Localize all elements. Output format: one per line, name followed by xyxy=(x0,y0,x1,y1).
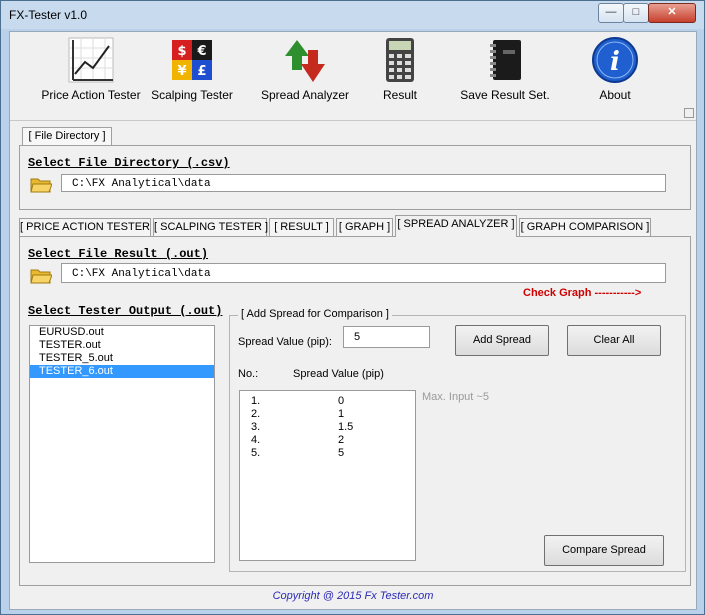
price-action-tester-button[interactable]: Price Action Tester xyxy=(38,36,144,102)
list-item[interactable]: TESTER.out xyxy=(30,339,214,352)
spread-analyzer-panel: Select File Result (.out) C:\FX Analytic… xyxy=(19,236,691,586)
tester-output-heading: Select Tester Output (.out) xyxy=(28,304,223,318)
tester-output-list[interactable]: EURUSD.out TESTER.out TESTER_5.out TESTE… xyxy=(29,325,215,563)
svg-text:¥: ¥ xyxy=(177,64,186,79)
spread-value-input[interactable]: 5 xyxy=(343,326,430,348)
toolbar: Price Action Tester $ € ¥ £ Scalping Tes… xyxy=(10,32,696,121)
toolbar-label: Spread Analyzer xyxy=(260,88,350,102)
tab-price-action-tester[interactable]: [ PRICE ACTION TESTER ] xyxy=(19,218,156,236)
directory-path-field[interactable]: C:\FX Analytical\data xyxy=(61,174,666,192)
save-result-set-button[interactable]: Save Result Set. xyxy=(460,36,550,102)
client-area: Price Action Tester $ € ¥ £ Scalping Tes… xyxy=(9,31,697,610)
tab-graph-comparison[interactable]: [ GRAPH COMPARISON ] xyxy=(519,218,651,236)
list-item-selected[interactable]: TESTER_6.out xyxy=(30,365,214,378)
maximize-button[interactable]: □ xyxy=(623,3,649,23)
list-item: 1. 0 xyxy=(240,395,415,408)
result-button[interactable]: Result xyxy=(372,36,428,102)
tab-spread-analyzer[interactable]: [ SPREAD ANALYZER ] xyxy=(395,215,517,237)
svg-text:i: i xyxy=(610,47,620,77)
tab-file-directory[interactable]: [ File Directory ] xyxy=(22,127,112,145)
list-item: 3. 1.5 xyxy=(240,421,415,434)
row-number: 2. xyxy=(251,408,261,420)
row-value: 0 xyxy=(338,395,345,407)
row-value: 1.5 xyxy=(338,421,354,433)
spread-analyzer-button[interactable]: Spread Analyzer xyxy=(260,36,350,102)
title-bar: FX-Tester v1.0 — □ ✕ xyxy=(1,1,704,29)
notebook-icon xyxy=(481,36,529,84)
row-number: 1. xyxy=(251,395,261,407)
toolbar-label: Scalping Tester xyxy=(151,88,233,102)
row-value: 1 xyxy=(338,408,345,420)
svg-text:$: $ xyxy=(177,44,186,59)
row-value: 5 xyxy=(338,447,345,459)
row-value: 2 xyxy=(338,434,345,446)
list-item[interactable]: EURUSD.out xyxy=(30,326,214,339)
tab-scalping-tester[interactable]: [ SCALPING TESTER ] xyxy=(153,218,268,236)
calculator-icon xyxy=(376,36,424,84)
up-down-arrows-icon xyxy=(281,36,329,84)
tab-result[interactable]: [ RESULT ] xyxy=(269,218,334,236)
resize-grip-icon xyxy=(684,108,694,118)
column-header-spread-value: Spread Value (pip) xyxy=(293,368,384,380)
scalping-tester-button[interactable]: $ € ¥ £ Scalping Tester xyxy=(148,36,236,102)
app-window: FX-Tester v1.0 — □ ✕ Price Action Tester… xyxy=(0,0,705,615)
window-title: FX-Tester v1.0 xyxy=(9,8,88,22)
folder-icon[interactable] xyxy=(30,267,53,285)
row-number: 5. xyxy=(251,447,261,459)
list-item: 4. 2 xyxy=(240,434,415,447)
minimize-button[interactable]: — xyxy=(598,3,624,23)
spread-values-list[interactable]: 1. 0 2. 1 3. 1.5 4. 2 5. 5 xyxy=(239,390,416,561)
file-directory-panel: Select File Directory (.csv) C:\FX Analy… xyxy=(19,145,691,210)
list-item: 5. 5 xyxy=(240,447,415,460)
check-graph-link[interactable]: Check Graph -----------> xyxy=(523,287,641,299)
about-button[interactable]: i About xyxy=(587,36,643,102)
svg-text:£: £ xyxy=(197,64,206,79)
chart-icon xyxy=(67,36,115,84)
result-path-field[interactable]: C:\FX Analytical\data xyxy=(61,263,666,283)
toolbar-label: Result xyxy=(382,88,417,102)
svg-text:€: € xyxy=(196,44,206,59)
toolbar-label: About xyxy=(599,88,631,102)
row-number: 3. xyxy=(251,421,261,433)
add-spread-button[interactable]: Add Spread xyxy=(455,325,549,356)
spread-value-label: Spread Value (pip): xyxy=(238,336,332,348)
max-input-hint: Max. Input ~5 xyxy=(422,391,489,403)
compare-spread-button[interactable]: Compare Spread xyxy=(544,535,664,566)
file-directory-heading: Select File Directory (.csv) xyxy=(28,156,230,170)
tab-graph[interactable]: [ GRAPH ] xyxy=(336,218,393,236)
info-icon: i xyxy=(591,36,639,84)
column-header-no: No.: xyxy=(238,368,259,380)
list-item: 2. 1 xyxy=(240,408,415,421)
add-spread-groupbox: [ Add Spread for Comparison ] Spread Val… xyxy=(229,308,686,572)
toolbar-label: Price Action Tester xyxy=(41,88,141,102)
row-number: 4. xyxy=(251,434,261,446)
folder-icon[interactable] xyxy=(30,176,53,194)
file-result-heading: Select File Result (.out) xyxy=(28,247,209,261)
list-item[interactable]: TESTER_5.out xyxy=(30,352,214,365)
toolbar-label: Save Result Set. xyxy=(460,88,550,102)
clear-all-button[interactable]: Clear All xyxy=(567,325,661,356)
copyright-footer: Copyright @ 2015 Fx Tester.com xyxy=(272,590,434,602)
close-button[interactable]: ✕ xyxy=(648,3,696,23)
groupbox-title: [ Add Spread for Comparison ] xyxy=(238,308,392,320)
currency-puzzle-icon: $ € ¥ £ xyxy=(168,36,216,84)
